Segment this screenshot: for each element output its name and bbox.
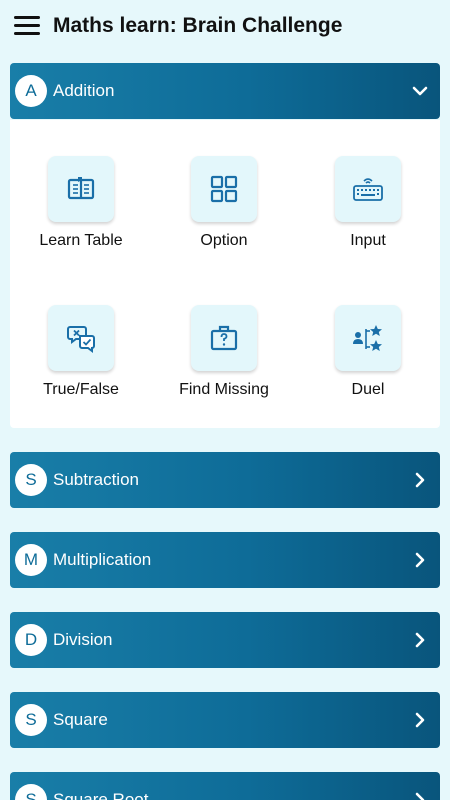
option-true-false[interactable]: True/False bbox=[10, 305, 150, 425]
grid-icon bbox=[210, 175, 238, 203]
section-label: Square bbox=[53, 710, 108, 729]
option-option[interactable]: Option bbox=[153, 156, 293, 276]
option-label: Option bbox=[200, 232, 248, 249]
section-header-square-root[interactable]: S Square Root bbox=[10, 772, 440, 800]
section-label: Square Root bbox=[53, 790, 149, 800]
section-badge: S bbox=[15, 784, 47, 800]
book-icon bbox=[67, 177, 95, 200]
section-header-multiplication[interactable]: M Multiplication bbox=[10, 532, 440, 588]
chat-check-icon bbox=[67, 326, 95, 353]
keyboard-icon bbox=[353, 178, 383, 201]
page-title: Maths learn: Brain Challenge bbox=[53, 14, 343, 37]
addition-options-panel: Learn Table Option Input True/False Find… bbox=[10, 120, 440, 428]
section-badge: A bbox=[15, 75, 47, 107]
chevron-right-icon bbox=[415, 712, 425, 728]
option-label: Input bbox=[350, 232, 386, 249]
option-learn-table[interactable]: Learn Table bbox=[10, 156, 150, 276]
tile-icon-box bbox=[335, 156, 401, 222]
section-header-addition[interactable]: A Addition bbox=[10, 63, 440, 119]
app-bar: Maths learn: Brain Challenge bbox=[0, 0, 450, 52]
tile-icon-box bbox=[48, 156, 114, 222]
duel-stars-icon bbox=[353, 325, 382, 351]
section-badge: S bbox=[15, 704, 47, 736]
tile-icon-box bbox=[191, 305, 257, 371]
section-label: Multiplication bbox=[53, 550, 152, 569]
chevron-right-icon bbox=[415, 792, 425, 800]
chevron-right-icon bbox=[415, 552, 425, 568]
option-duel[interactable]: Duel bbox=[297, 305, 437, 425]
option-label: True/False bbox=[43, 381, 119, 398]
option-label: Duel bbox=[351, 381, 385, 398]
tile-icon-box bbox=[191, 156, 257, 222]
section-badge: M bbox=[15, 544, 47, 576]
chevron-down-icon bbox=[412, 86, 428, 96]
option-label: Learn Table bbox=[39, 232, 123, 249]
chevron-right-icon bbox=[415, 632, 425, 648]
section-label: Addition bbox=[53, 81, 115, 100]
chevron-right-icon bbox=[415, 472, 425, 488]
section-header-subtraction[interactable]: S Subtraction bbox=[10, 452, 440, 508]
section-header-square[interactable]: S Square bbox=[10, 692, 440, 748]
tile-icon-box bbox=[48, 305, 114, 371]
option-input[interactable]: Input bbox=[297, 156, 437, 276]
section-header-division[interactable]: D Division bbox=[10, 612, 440, 668]
section-label: Division bbox=[53, 630, 113, 649]
section-badge: D bbox=[15, 624, 47, 656]
option-label: Find Missing bbox=[179, 381, 269, 398]
section-badge: S bbox=[15, 464, 47, 496]
tile-icon-box bbox=[335, 305, 401, 371]
section-label: Subtraction bbox=[53, 470, 139, 489]
hamburger-menu-icon[interactable] bbox=[14, 16, 40, 36]
option-find-missing[interactable]: Find Missing bbox=[153, 305, 293, 425]
question-box-icon bbox=[210, 325, 238, 351]
